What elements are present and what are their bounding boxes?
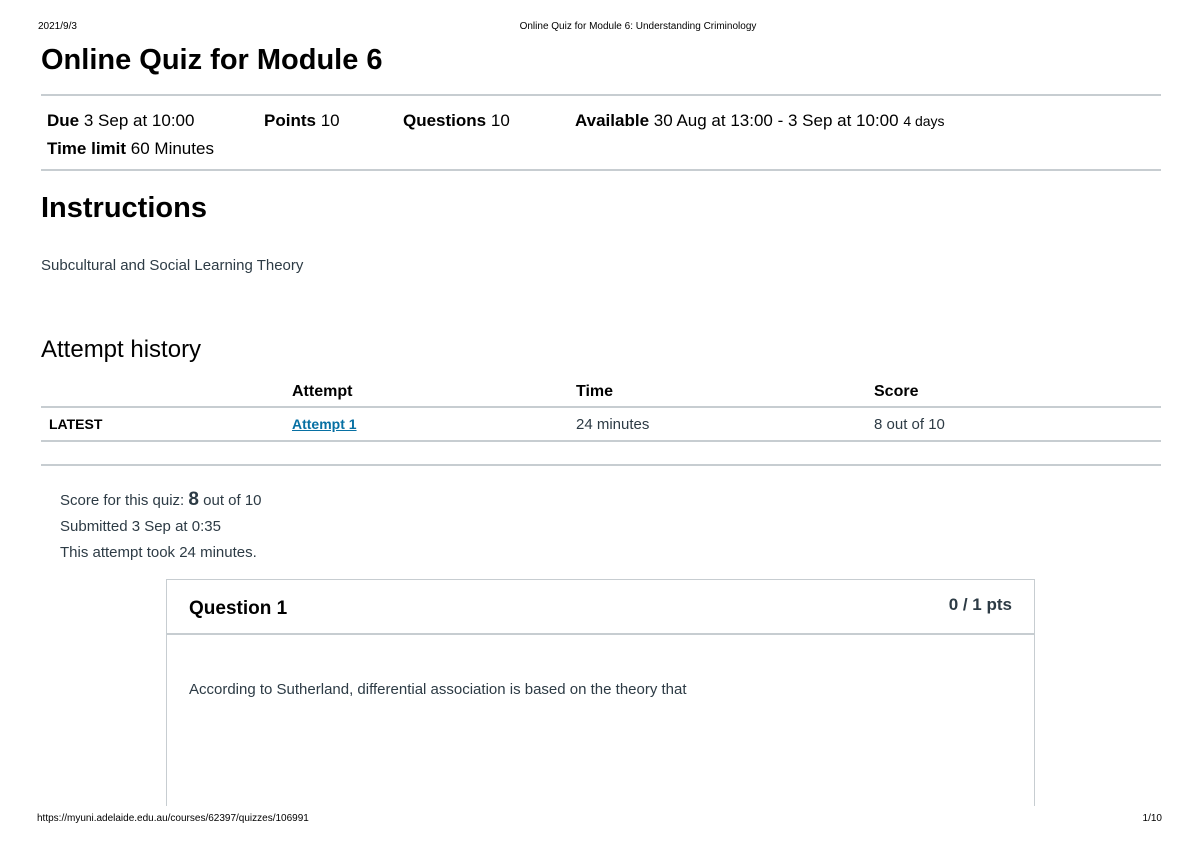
column-header-attempt: Attempt <box>292 378 576 408</box>
divider <box>41 94 1161 96</box>
attempt-history-heading: Attempt history <box>41 336 202 363</box>
quiz-details: Due 3 Sep at 10:00 Points 10 Questions 1… <box>47 107 945 163</box>
instructions-heading: Instructions <box>41 192 207 224</box>
due-label: Due <box>47 111 80 130</box>
questions-detail: Questions 10 <box>403 111 575 131</box>
questions-value: 10 <box>490 111 510 130</box>
points-label: Points <box>264 111 316 130</box>
question-card: Question 1 0 / 1 pts According to Suther… <box>166 579 1035 820</box>
attempt-cell: Attempt 1 <box>292 407 576 442</box>
quiz-title: Online Quiz for Module 6 <box>41 44 383 76</box>
available-label: Available <box>575 111 650 130</box>
print-footer-url: https://myuni.adelaide.edu.au/courses/62… <box>37 813 309 824</box>
latest-tag: LATEST <box>41 407 292 442</box>
question-text: According to Sutherland, differential as… <box>189 681 687 698</box>
score-suffix: out of 10 <box>198 492 262 509</box>
attempt-link[interactable]: Attempt 1 <box>292 416 357 432</box>
score-cell: 8 out of 10 <box>874 407 1161 442</box>
print-page-number: 1/10 <box>1142 813 1162 824</box>
time-limit-value: 60 Minutes <box>130 139 214 158</box>
question-title: Question 1 <box>189 598 288 619</box>
time-limit-detail: Time limit 60 Minutes <box>47 139 214 159</box>
print-page-title: Online Quiz for Module 6: Understanding … <box>519 21 757 32</box>
attempt-history-table: Attempt Time Score LATEST Attempt 1 24 m… <box>41 378 1161 442</box>
due-detail: Due 3 Sep at 10:00 <box>47 111 264 131</box>
score-line: Score for this quiz: 8 out of 10 <box>60 487 262 514</box>
points-detail: Points 10 <box>264 111 403 131</box>
score-value: 8 <box>188 489 199 510</box>
points-value: 10 <box>320 111 340 130</box>
submitted-text: Submitted 3 Sep at 0:35 <box>60 518 221 535</box>
time-cell: 24 minutes <box>576 407 874 442</box>
question-header: Question 1 0 / 1 pts <box>167 580 1034 635</box>
column-header <box>41 378 292 408</box>
divider <box>41 169 1161 171</box>
quiz-summary: Score for this quiz: 8 out of 10 Submitt… <box>60 487 262 566</box>
questions-label: Questions <box>403 111 487 130</box>
instructions-text: Subcultural and Social Learning Theory <box>41 257 304 274</box>
available-duration: 4 days <box>903 113 945 129</box>
available-detail: Available 30 Aug at 13:00 - 3 Sep at 10:… <box>575 111 945 131</box>
divider <box>41 464 1161 466</box>
duration-text: This attempt took 24 minutes. <box>60 544 257 561</box>
column-header-time: Time <box>576 378 874 408</box>
time-limit-label: Time limit <box>47 139 127 158</box>
table-header-row: Attempt Time Score <box>41 378 1161 408</box>
column-header-score: Score <box>874 378 1161 408</box>
score-prefix: Score for this quiz: <box>60 492 189 509</box>
question-points: 0 / 1 pts <box>948 595 1012 614</box>
table-row: LATEST Attempt 1 24 minutes 8 out of 10 <box>41 407 1161 442</box>
due-value: 3 Sep at 10:00 <box>83 111 195 130</box>
available-value: 30 Aug at 13:00 - 3 Sep at 10:00 <box>653 111 899 130</box>
